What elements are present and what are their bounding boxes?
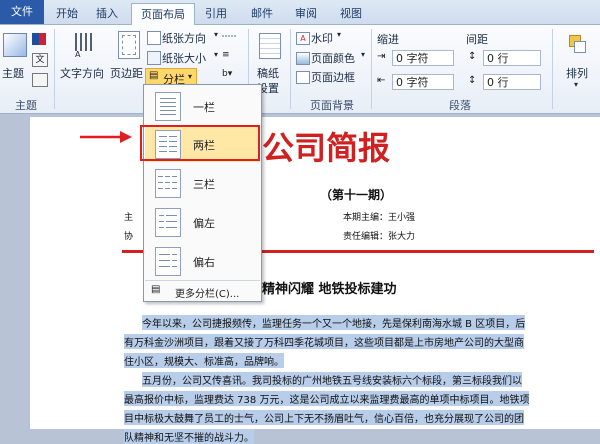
more-columns-icon: ▤ — [151, 284, 161, 295]
indent-left-icon: ⇥ — [377, 51, 386, 62]
columns-option-three[interactable]: 三栏 — [145, 165, 260, 201]
responsible-editor: 责任编辑：张大力 — [343, 232, 416, 242]
columns-option-right[interactable]: 偏右 — [145, 243, 260, 279]
paragraph-line: 目中标极大鼓舞了员工的士气，公司上下无不扬眉吐气，信心百倍，也充分展现了公司的团 — [124, 410, 524, 425]
page-border-button[interactable]: 页面边框 — [311, 69, 355, 85]
svg-text:A: A — [75, 50, 81, 57]
paragraph-line: 队精神和无坚不摧的战斗力。 — [124, 429, 254, 444]
page-border-icon — [296, 71, 310, 84]
spacing-before-input[interactable]: 0 行 — [483, 50, 541, 66]
ribbon: 主题 文 主题 A 文字方向 页边距 纸张方向 ▾ 纸张大小 ▾ ▤ 分栏 ▾ … — [0, 25, 600, 114]
spacing-after-value: 0 行 — [487, 76, 509, 89]
tab-mailings[interactable]: 邮件 — [243, 3, 281, 24]
columns-option-label: 偏右 — [193, 256, 215, 269]
theme-button[interactable]: 主题 — [2, 65, 24, 81]
page-background-group-label: 页面背景 — [310, 99, 354, 112]
article-headline: 精神闪耀 地铁投标建功 — [262, 282, 397, 297]
arrange-button[interactable]: 排列 — [566, 65, 588, 81]
spacing-label: 间距 — [466, 33, 488, 46]
indent-label: 缩进 — [377, 33, 399, 46]
paragraph-group-label: 段落 — [449, 99, 471, 112]
group-separator — [54, 29, 55, 109]
left-column-icon — [155, 208, 181, 237]
indent-left-input[interactable]: 0 字符 — [392, 50, 454, 66]
group-separator — [290, 29, 291, 109]
group-separator — [552, 29, 553, 109]
document-page[interactable]: 公司简报 （第十一期） 主 协 本期主编：王小强 责任编辑：张大力 精神闪耀 地… — [30, 117, 600, 444]
paragraph-line: 最高报价中标，监理费达 738 万元，这是公司成立以来监理费最高的单项中标项目。… — [124, 391, 530, 406]
theme-fonts-icon[interactable]: 文 — [32, 53, 48, 67]
orientation-icon — [147, 31, 161, 45]
chevron-down-icon: ▾ — [188, 72, 193, 81]
tab-review[interactable]: 审阅 — [287, 3, 325, 24]
chevron-down-icon[interactable]: ▾ — [574, 80, 578, 89]
more-columns-item[interactable]: ▤ 更多分栏(C)... — [145, 282, 260, 300]
tab-page-layout[interactable]: 页面布局 — [131, 3, 195, 26]
issue-number: （第十一期） — [320, 188, 393, 202]
tab-references[interactable]: 引用 — [197, 3, 235, 24]
header-left-text: 主 — [124, 213, 134, 223]
theme-group-label: 主题 — [15, 99, 37, 112]
theme-colors-icon[interactable] — [32, 33, 46, 45]
more-columns-label: 更多分栏(C)... — [175, 289, 240, 300]
paragraph-line: 住小区，规模大、标准高，品牌响。 — [124, 353, 284, 368]
ribbon-tab-bar: 文件 开始 插入 页面布局 引用 邮件 审阅 视图 — [0, 0, 600, 26]
three-columns-icon — [155, 169, 181, 198]
line-numbers-icon[interactable]: ≡ — [222, 50, 236, 62]
columns-option-one[interactable]: 一栏 — [145, 88, 260, 124]
spacing-after-input[interactable]: 0 行 — [483, 74, 541, 90]
columns-option-label: 三栏 — [193, 178, 215, 191]
annotation-highlight-box — [140, 125, 260, 161]
annotation-arrow-icon — [80, 130, 132, 144]
paragraph-line: 有万科金沙洲项目，跟着又接了万科四季花城项目，这些项目都是上市房地产公司的大型商 — [124, 334, 524, 349]
header-left-text: 协 — [124, 232, 134, 242]
menu-divider — [145, 280, 260, 281]
indent-left-value: 0 字符 — [396, 52, 429, 65]
theme-effects-icon[interactable] — [32, 73, 48, 87]
page-color-button[interactable]: 页面颜色 — [311, 50, 355, 66]
spacing-before-icon: ↕ — [468, 51, 477, 62]
text-direction-icon[interactable]: A — [73, 31, 97, 59]
page-color-icon — [296, 52, 310, 65]
text-direction-button[interactable]: 文字方向 — [60, 65, 104, 81]
paper-size-button[interactable]: 纸张大小 — [162, 50, 206, 66]
indent-right-value: 0 字符 — [396, 76, 429, 89]
tab-insert[interactable]: 插入 — [88, 3, 126, 24]
one-column-icon — [155, 92, 181, 121]
columns-option-left[interactable]: 偏左 — [145, 204, 260, 240]
margins-icon[interactable] — [118, 31, 140, 59]
chevron-down-icon[interactable]: ▾ — [214, 30, 218, 39]
orientation-button[interactable]: 纸张方向 — [162, 30, 206, 46]
watermark-button[interactable]: 水印 — [311, 30, 333, 46]
theme-icon[interactable] — [3, 33, 27, 57]
chevron-down-icon[interactable]: ▾ — [214, 50, 218, 59]
indent-right-icon: ⇤ — [377, 75, 386, 86]
paragraph-line: 五月份，公司又传喜讯。我司投标的广州地铁五号线安装标六个标段，第三标段我们以 — [142, 372, 522, 387]
arrange-icon[interactable] — [569, 35, 586, 53]
right-column-icon — [155, 247, 181, 276]
tab-home[interactable]: 开始 — [48, 3, 86, 24]
editor-in-chief: 本期主编：王小强 — [343, 213, 416, 223]
margins-button[interactable]: 页边距 — [110, 65, 143, 81]
indent-right-input[interactable]: 0 字符 — [392, 74, 454, 90]
columns-dropdown-menu: 一栏 两栏 三栏 偏左 偏右 ▤ 更多分栏(C)... — [143, 84, 262, 302]
chevron-down-icon[interactable]: ▾ — [361, 50, 365, 59]
manuscript-icon[interactable] — [259, 33, 281, 59]
group-separator — [371, 29, 372, 109]
newsletter-title: 公司简报 — [262, 129, 391, 167]
paragraph-line: 今年以来，公司捷报频传，监理任务一个又一个地接，先是保利南海水城 B 区项目，后 — [142, 315, 526, 330]
paper-size-icon — [147, 51, 161, 65]
columns-option-label: 偏左 — [193, 217, 215, 230]
manuscript-button[interactable]: 稿纸 — [257, 65, 279, 81]
hyphenation-icon[interactable]: b▾ — [222, 69, 242, 81]
columns-icon: ▤ — [149, 70, 159, 81]
spacing-after-icon: ↕ — [468, 75, 477, 86]
tab-file[interactable]: 文件 — [0, 0, 44, 24]
watermark-icon: A — [296, 32, 310, 45]
spacing-before-value: 0 行 — [487, 52, 509, 65]
breaks-icon[interactable] — [222, 30, 236, 42]
tab-view[interactable]: 视图 — [332, 3, 370, 24]
columns-option-label: 一栏 — [193, 101, 215, 114]
chevron-down-icon[interactable]: ▾ — [337, 30, 341, 39]
